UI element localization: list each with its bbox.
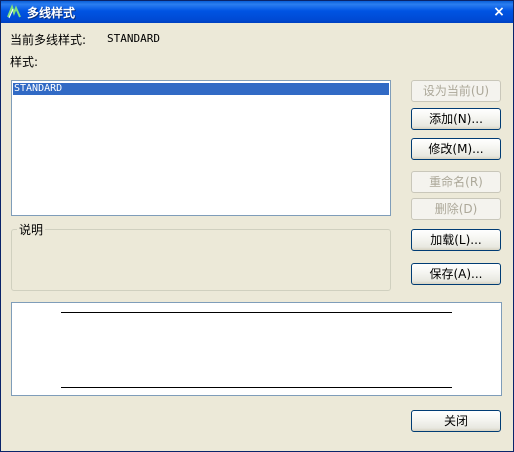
delete-button[interactable]: 删除(D) bbox=[411, 198, 501, 220]
add-button[interactable]: 添加(N)... bbox=[411, 108, 501, 130]
styles-list[interactable]: STANDARD bbox=[11, 80, 391, 216]
set-current-button[interactable]: 设为当前(U) bbox=[411, 80, 501, 102]
preview-top-line bbox=[61, 312, 452, 313]
styles-label: 样式: bbox=[10, 55, 39, 69]
preview-bottom-line bbox=[61, 387, 452, 388]
description-label: 说明 bbox=[17, 221, 46, 238]
description-group bbox=[11, 229, 391, 291]
close-icon[interactable]: × bbox=[491, 4, 507, 20]
current-style-label: 当前多线样式: bbox=[10, 33, 87, 47]
rename-button[interactable]: 重命名(R) bbox=[411, 171, 501, 193]
load-button[interactable]: 加载(L)... bbox=[411, 229, 501, 251]
title-bar[interactable]: 多线样式 × bbox=[1, 1, 513, 23]
list-item[interactable]: STANDARD bbox=[13, 83, 389, 95]
current-style-value: STANDARD bbox=[107, 32, 160, 45]
multiline-style-dialog: 多线样式 × 当前多线样式: STANDARD 样式: STANDARD 说明 … bbox=[0, 0, 514, 452]
window-title: 多线样式 bbox=[27, 6, 76, 20]
modify-button[interactable]: 修改(M)... bbox=[411, 138, 501, 160]
app-icon bbox=[7, 4, 21, 19]
style-preview bbox=[11, 302, 502, 396]
save-button[interactable]: 保存(A)... bbox=[411, 263, 501, 285]
close-button[interactable]: 关闭 bbox=[411, 410, 501, 432]
